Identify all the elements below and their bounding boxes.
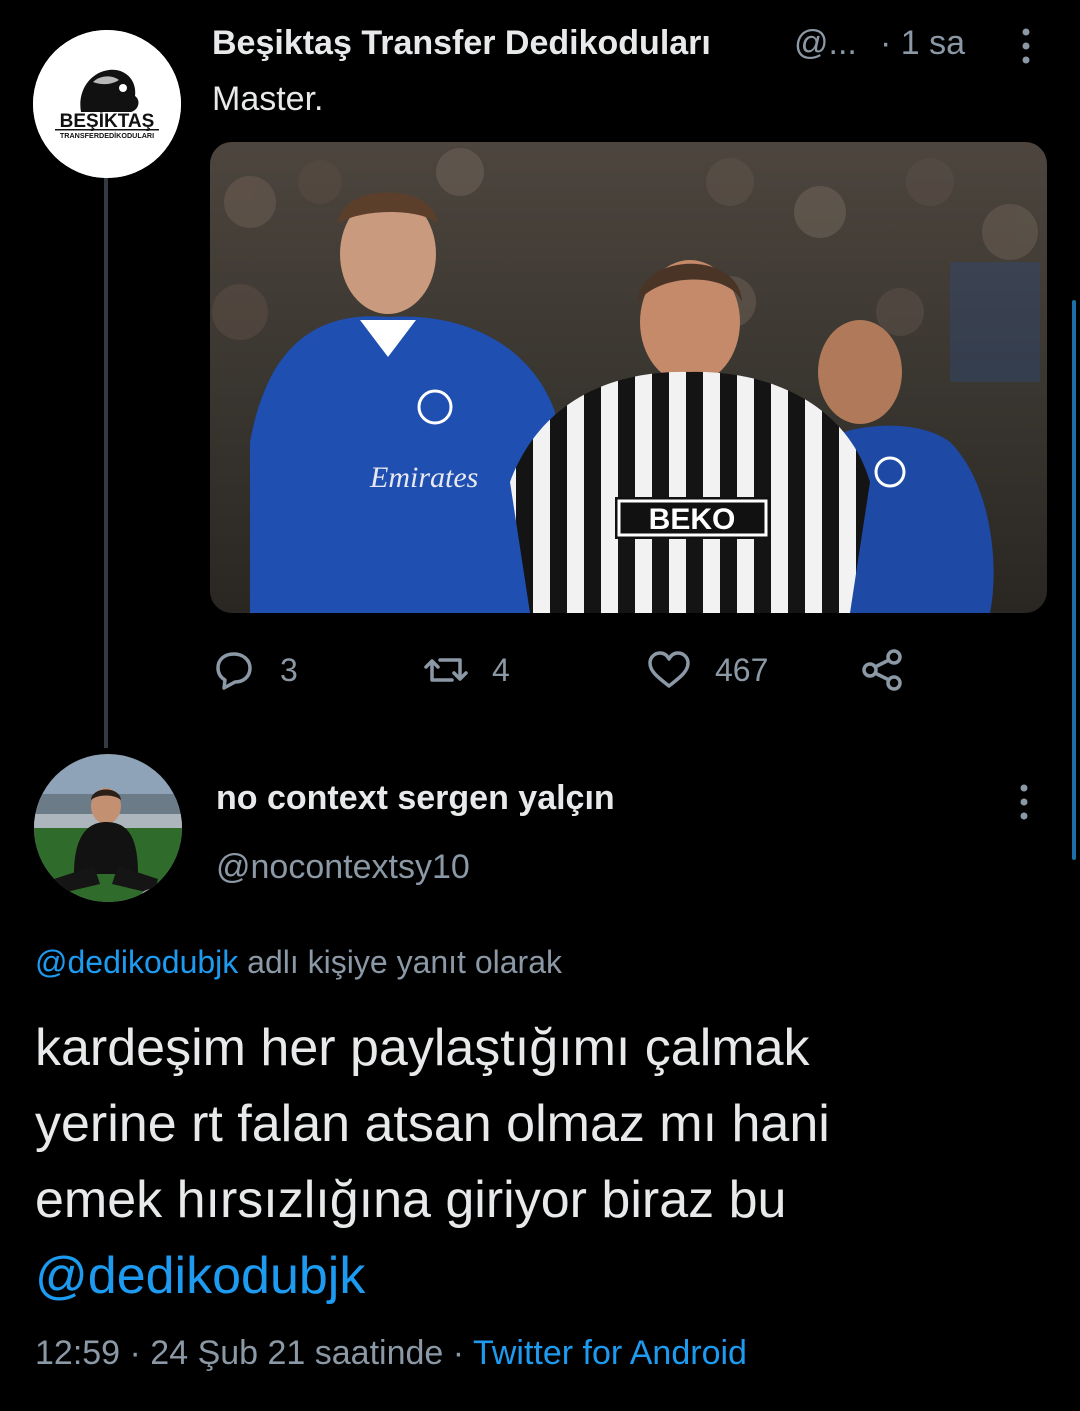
svg-text:Emirates: Emirates [369, 461, 478, 494]
retweet-button[interactable]: 4 [422, 642, 510, 698]
tweet-photo[interactable]: Emirates BEKO [210, 142, 1047, 613]
more-options-button[interactable] [1008, 24, 1044, 68]
handle[interactable]: @nocontextsy10 [216, 848, 470, 887]
retweet-count: 4 [492, 651, 510, 688]
handle[interactable]: @... [794, 24, 857, 63]
replying-to-label: adlı kişiye yanıt olarak [247, 944, 562, 980]
tweet-text-line: yerine rt falan atsan olmaz mı hani [35, 1095, 830, 1153]
thread-connector-line [104, 178, 108, 748]
reply-icon [216, 652, 252, 690]
tweet-text-line: emek hırsızlığına giriyor biraz bu [35, 1171, 787, 1229]
besiktas-logo-image: BEŞİKTAŞ TRANSFERDEDİKODULARI [33, 30, 181, 178]
svg-text:BEKO: BEKO [649, 503, 736, 536]
svg-text:BEŞİKTAŞ: BEŞİKTAŞ [60, 111, 155, 132]
tweet-text: Master. [212, 80, 324, 118]
more-vertical-icon [1022, 28, 1030, 64]
display-name[interactable]: Beşiktaş Transfer Dedikoduları [212, 24, 711, 63]
share-icon [862, 649, 902, 691]
replying-to: @dedikodubjk adlı kişiye yanıt olarak [35, 944, 562, 981]
reply-count: 3 [280, 651, 298, 688]
more-vertical-icon [1020, 784, 1028, 820]
avatar[interactable] [34, 754, 182, 902]
timestamp[interactable]: · 1 sa [880, 24, 965, 63]
like-icon [648, 651, 690, 688]
share-button[interactable] [858, 642, 906, 698]
retweet-icon [424, 658, 468, 682]
tweet-metadata: 12:59 · 24 Şub 21 saatinde · Twitter for… [35, 1334, 747, 1373]
more-options-button[interactable] [1006, 780, 1042, 824]
avatar[interactable]: BEŞİKTAŞ TRANSFERDEDİKODULARI [33, 30, 181, 178]
tweet-source-link[interactable]: Twitter for Android [473, 1334, 747, 1372]
svg-text:TRANSFERDEDİKODULARI: TRANSFERDEDİKODULARI [60, 131, 154, 140]
display-name[interactable]: no context sergen yalçın [216, 779, 615, 818]
like-button[interactable]: 467 [645, 642, 768, 698]
replying-to-link[interactable]: @dedikodubjk [35, 944, 238, 980]
tweet-text-line: kardeşim her paylaştığımı çalmak [35, 1019, 810, 1077]
like-count: 467 [715, 651, 769, 688]
tweet-text: kardeşim her paylaştığımı çalmak yerine … [35, 1010, 1045, 1314]
reply-button[interactable]: 3 [210, 642, 298, 698]
scrollbar[interactable] [1072, 300, 1076, 860]
tweet-timestamp: 12:59 · 24 Şub 21 saatinde · [35, 1334, 465, 1372]
mention-link[interactable]: @dedikodubjk [35, 1238, 1045, 1314]
profile-photo [34, 754, 182, 902]
